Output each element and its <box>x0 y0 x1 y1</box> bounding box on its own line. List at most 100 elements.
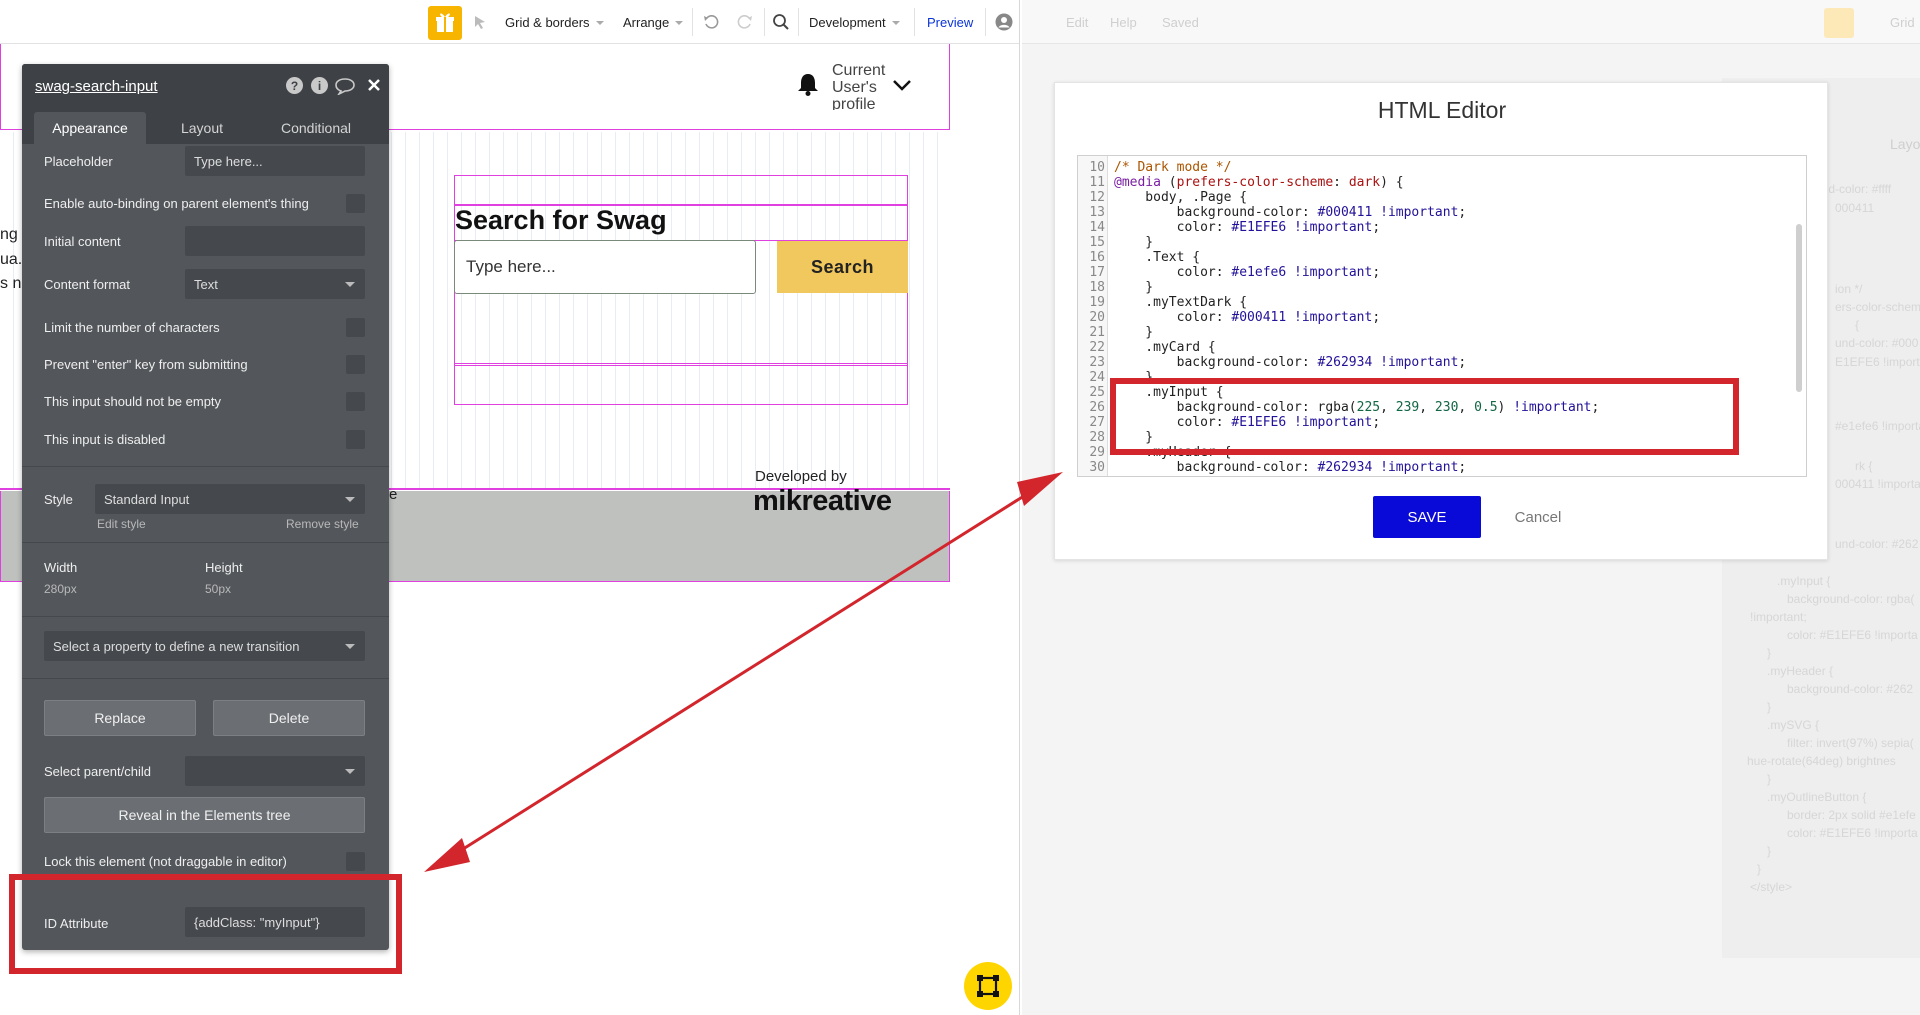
select-parent-label: Select parent/child <box>44 764 151 779</box>
modal-title: HTML Editor <box>1377 97 1507 123</box>
line-number: 19 <box>1089 295 1105 310</box>
search-button[interactable]: Search <box>777 241 908 293</box>
replace-button[interactable]: Replace <box>44 700 196 736</box>
line-number: 11 <box>1089 175 1105 190</box>
comment-icon[interactable] <box>335 77 355 100</box>
highlight-id-attribute <box>9 874 402 974</box>
content-format-label: Content format <box>44 277 130 292</box>
placeholder-label: Placeholder <box>44 154 113 169</box>
tab-conditional[interactable]: Conditional <box>258 112 374 144</box>
chevron-down-icon <box>345 282 355 287</box>
bell-icon[interactable] <box>797 72 819 101</box>
line-number: 23 <box>1089 355 1105 370</box>
tab-layout: Layou <box>1890 136 1920 152</box>
gift-icon[interactable] <box>428 6 462 40</box>
lock-element-label: Lock this element (not draggable in edit… <box>44 854 287 869</box>
style-select[interactable]: Standard Input <box>95 484 365 514</box>
reveal-elements-tree-button[interactable]: Reveal in the Elements tree <box>44 797 365 833</box>
user-icon[interactable] <box>995 0 1013 44</box>
select-parent-dropdown[interactable] <box>185 756 365 786</box>
autobinding-label: Enable auto-binding on parent element's … <box>44 196 309 211</box>
disabled-checkbox[interactable] <box>346 430 365 449</box>
cancel-button[interactable]: Cancel <box>1503 496 1573 538</box>
search-icon[interactable] <box>772 0 790 44</box>
autobinding-checkbox[interactable] <box>346 194 365 213</box>
right-top-bar: Edit Help Saved Grid <box>1022 0 1920 44</box>
line-number: 17 <box>1089 265 1105 280</box>
line-number: 15 <box>1089 235 1105 250</box>
save-button[interactable]: SAVE <box>1373 496 1481 538</box>
initial-content-field[interactable] <box>185 226 365 256</box>
chevron-down-icon <box>345 497 355 502</box>
line-number: 22 <box>1089 340 1105 355</box>
placeholder-field[interactable]: Type here... <box>185 146 365 176</box>
cursor-icon[interactable] <box>472 0 488 44</box>
grid-borders-menu[interactable]: Grid & borders <box>505 0 604 44</box>
truncated-text: ng <box>0 226 18 243</box>
tab-layout[interactable]: Layout <box>146 112 258 144</box>
line-number: 10 <box>1089 160 1105 175</box>
width-label: Width <box>44 560 78 575</box>
line-number: 16 <box>1089 250 1105 265</box>
grid-menu: Grid <box>1890 15 1915 30</box>
not-empty-checkbox[interactable] <box>346 392 365 411</box>
brand-logo: mikreative <box>753 485 892 517</box>
line-number: 24 <box>1089 370 1105 385</box>
search-title: Search for Swag <box>455 205 667 235</box>
width-value[interactable]: 280px <box>44 582 77 596</box>
chevron-down-icon <box>345 644 355 649</box>
line-number: 21 <box>1089 325 1105 340</box>
editor-window: Grid & borders Arrange Development Previ… <box>0 0 1020 1015</box>
top-toolbar: Grid & borders Arrange Development Previ… <box>0 0 1019 44</box>
line-number: 18 <box>1089 280 1105 295</box>
arrange-menu[interactable]: Arrange <box>623 0 684 44</box>
developed-by-label: Developed by <box>755 468 847 485</box>
help-icon[interactable]: ? <box>286 77 303 94</box>
redo-icon[interactable] <box>736 0 754 44</box>
undo-icon[interactable] <box>702 0 720 44</box>
tab-appearance[interactable]: Appearance <box>34 112 146 144</box>
line-number: 28 <box>1089 430 1105 445</box>
line-number: 12 <box>1089 190 1105 205</box>
panel-title[interactable]: swag-search-input <box>35 78 158 95</box>
line-number: 27 <box>1089 415 1105 430</box>
lock-element-checkbox[interactable] <box>346 852 365 871</box>
line-number: 14 <box>1089 220 1105 235</box>
development-menu[interactable]: Development <box>809 0 900 44</box>
chevron-down-icon[interactable] <box>892 78 912 97</box>
swag-search-input[interactable]: Type here... <box>454 240 756 294</box>
info-icon[interactable]: i <box>311 77 328 94</box>
html-editor-window: Edit Help Saved Grid Layou und-color: #f… <box>1022 0 1920 1015</box>
group-outline <box>454 175 908 205</box>
edit-style-link[interactable]: Edit style <box>97 517 146 531</box>
element-tree-icon[interactable] <box>964 962 1012 1010</box>
disabled-label: This input is disabled <box>44 432 166 447</box>
limit-chars-checkbox[interactable] <box>346 318 365 337</box>
transition-select[interactable]: Select a property to define a new transi… <box>44 631 365 661</box>
preview-link[interactable]: Preview <box>927 0 973 44</box>
panel-tabs: Appearance Layout Conditional <box>22 108 389 144</box>
line-number: 26 <box>1089 400 1105 415</box>
close-icon[interactable] <box>367 78 381 97</box>
saved-status: Saved <box>1162 15 1199 30</box>
height-label: Height <box>205 560 243 575</box>
prevent-enter-checkbox[interactable] <box>346 355 365 374</box>
truncated-text: e <box>389 486 398 503</box>
line-number: 20 <box>1089 310 1105 325</box>
code-scrollbar[interactable] <box>1796 224 1802 392</box>
current-user-profile[interactable]: Current User's profile <box>832 62 888 110</box>
group-outline <box>454 363 908 405</box>
panel-header: swag-search-input ? i <box>22 64 389 108</box>
line-number: 25 <box>1089 385 1105 400</box>
html-editor-modal: HTML Editor 10 11 12 13 14 15 16 17 18 19 20 21 22 23… <box>1054 82 1828 560</box>
delete-button[interactable]: Delete <box>213 700 365 736</box>
content-format-select[interactable]: Text <box>185 269 365 299</box>
chevron-down-icon <box>345 769 355 774</box>
remove-style-link[interactable]: Remove style <box>286 517 359 531</box>
style-label: Style <box>44 492 73 507</box>
line-number: 30 <box>1089 460 1105 475</box>
property-editor-panel: swag-search-input ? i Appearance Layout … <box>22 64 389 950</box>
line-number: 13 <box>1089 205 1105 220</box>
help-menu: Help <box>1110 15 1137 30</box>
height-value[interactable]: 50px <box>205 582 231 596</box>
